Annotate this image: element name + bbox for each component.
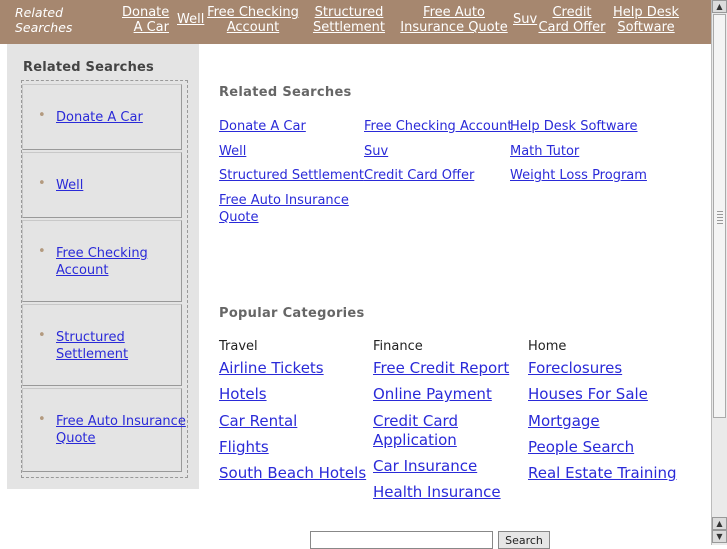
bullet-icon: • xyxy=(38,412,46,427)
top-link-structured-settlement[interactable]: Structured Settlement xyxy=(312,5,386,35)
category-link[interactable]: Free Credit Report xyxy=(373,359,509,378)
sidebar-item-label[interactable]: Donate A Car xyxy=(56,109,143,126)
category-link[interactable]: Houses For Sale xyxy=(528,385,648,404)
scroll-up-arrow-icon[interactable]: ▲ xyxy=(712,517,727,530)
sidebar: Related Searches • Donate A Car • Well •… xyxy=(7,44,199,489)
category-title-travel: Travel xyxy=(219,339,258,354)
scrollbar-grip-icon xyxy=(717,211,723,225)
category-link[interactable]: Online Payment xyxy=(373,385,492,404)
bullet-icon: • xyxy=(38,328,46,343)
top-related-bar: Related Searches Donate A Car Well Free … xyxy=(0,0,711,44)
sidebar-item-label[interactable]: Free Checking Account xyxy=(56,245,171,279)
category-link[interactable]: Airline Tickets xyxy=(219,359,324,378)
scroll-down-arrow-icon[interactable]: ▼ xyxy=(712,530,727,543)
popular-categories-heading: Popular Categories xyxy=(219,306,365,321)
top-link-free-auto-insurance-quote[interactable]: Free Auto Insurance Quote xyxy=(399,5,509,35)
vertical-scrollbar[interactable]: ▲ ▲ ▼ xyxy=(711,0,727,545)
sidebar-item-label[interactable]: Structured Settlement xyxy=(56,329,156,363)
category-link[interactable]: Mortgage xyxy=(528,412,600,431)
related-link[interactable]: Help Desk Software xyxy=(510,118,638,135)
search-button[interactable]: Search xyxy=(498,531,550,549)
related-link[interactable]: Suv xyxy=(364,143,388,160)
related-link[interactable]: Free Checking Account xyxy=(364,118,512,135)
bullet-icon: • xyxy=(38,176,46,191)
category-link[interactable]: Flights xyxy=(219,438,269,457)
related-link[interactable]: Well xyxy=(219,143,246,160)
sidebar-item-label[interactable]: Well xyxy=(56,177,83,194)
related-link[interactable]: Free Auto Insurance Quote xyxy=(219,192,359,226)
category-link[interactable]: Real Estate Training xyxy=(528,464,677,483)
top-link-free-checking-account[interactable]: Free Checking Account xyxy=(206,5,300,35)
category-link[interactable]: Hotels xyxy=(219,385,267,404)
category-link[interactable]: Foreclosures xyxy=(528,359,622,378)
related-link[interactable]: Weight Loss Program xyxy=(510,167,647,184)
top-link-donate-a-car[interactable]: Donate A Car xyxy=(122,5,169,35)
top-link-credit-card-offer[interactable]: Credit Card Offer xyxy=(537,5,607,35)
scroll-up-arrow-icon[interactable]: ▲ xyxy=(712,0,727,13)
category-link[interactable]: South Beach Hotels xyxy=(219,464,366,483)
category-link[interactable]: Credit Card Application xyxy=(373,412,473,450)
sidebar-item-free-checking-account[interactable]: • Free Checking Account xyxy=(22,220,182,302)
search-input[interactable] xyxy=(310,531,493,549)
bullet-icon: • xyxy=(38,244,46,259)
related-link[interactable]: Math Tutor xyxy=(510,143,579,160)
category-link[interactable]: Health Insurance xyxy=(373,483,501,502)
top-link-suv[interactable]: Suv xyxy=(513,12,537,27)
category-link[interactable]: Car Insurance xyxy=(373,457,477,476)
bullet-icon: • xyxy=(38,108,46,123)
related-searches-heading: Related Searches xyxy=(219,85,352,100)
category-link[interactable]: People Search xyxy=(528,438,634,457)
scrollbar-thumb[interactable] xyxy=(713,14,726,418)
sidebar-item-structured-settlement[interactable]: • Structured Settlement xyxy=(22,304,182,386)
top-link-well[interactable]: Well xyxy=(177,12,204,27)
category-title-home: Home xyxy=(528,339,567,354)
top-related-label: Related Searches xyxy=(15,5,73,35)
sidebar-item-well[interactable]: • Well xyxy=(22,152,182,218)
category-title-finance: Finance xyxy=(373,339,423,354)
related-link[interactable]: Credit Card Offer xyxy=(364,167,474,184)
sidebar-item-label[interactable]: Free Auto Insurance Quote xyxy=(56,413,186,447)
sidebar-item-donate-a-car[interactable]: • Donate A Car xyxy=(22,84,182,150)
sidebar-heading: Related Searches xyxy=(23,60,154,75)
category-link[interactable]: Car Rental xyxy=(219,412,297,431)
top-link-help-desk-software[interactable]: Help Desk Software xyxy=(609,5,683,35)
related-link[interactable]: Structured Settlement xyxy=(219,167,364,184)
sidebar-item-free-auto-insurance-quote[interactable]: • Free Auto Insurance Quote xyxy=(22,388,186,472)
related-link[interactable]: Donate A Car xyxy=(219,118,306,135)
